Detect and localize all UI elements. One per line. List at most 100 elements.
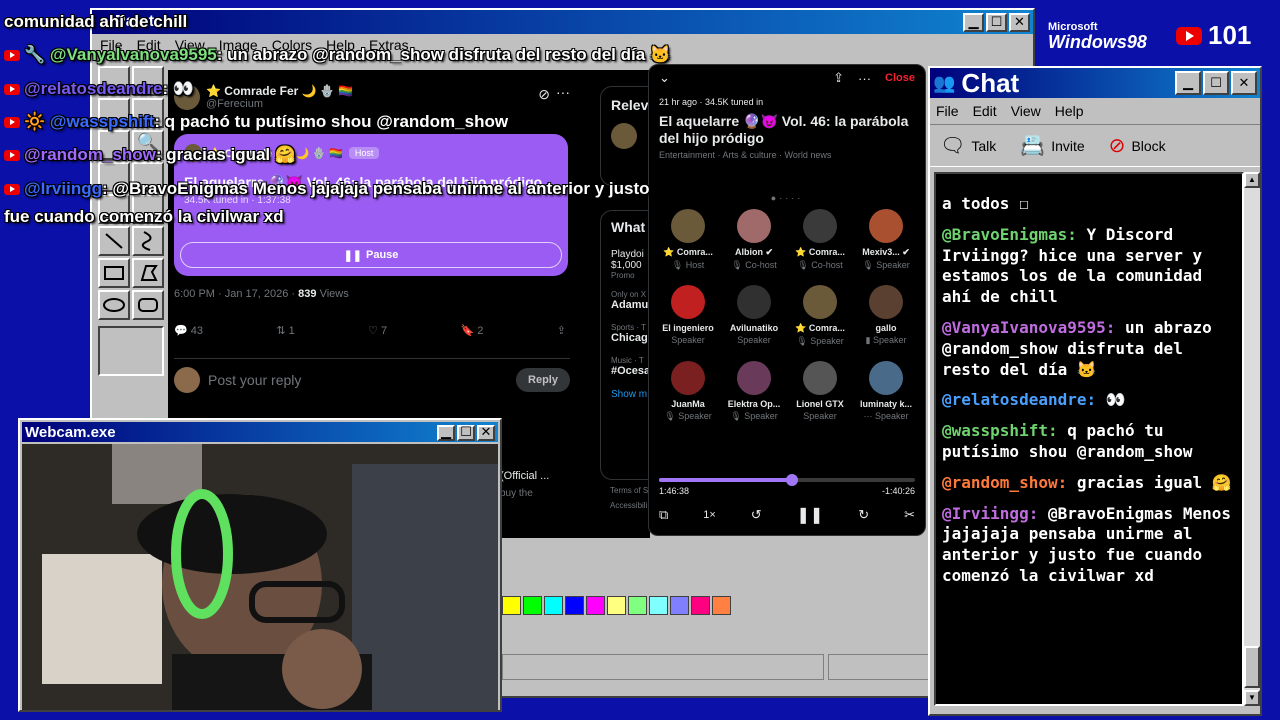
scroll-up-arrow[interactable]: ▲ — [1244, 172, 1260, 188]
share-icon[interactable]: ⇪ — [833, 70, 844, 86]
clip-icon[interactable]: ✂ — [904, 507, 915, 523]
chat-menu-file[interactable]: File — [936, 103, 959, 119]
reply-action[interactable]: 💬 43 — [174, 324, 203, 337]
line-tool-icon[interactable] — [98, 226, 130, 256]
reply-input[interactable]: Post your reply — [208, 372, 516, 388]
participant[interactable]: El ingeniero Speaker — [655, 284, 721, 351]
chat-menu-view[interactable]: View — [1011, 103, 1041, 119]
palette-swatch[interactable] — [628, 596, 647, 615]
bookmark-action[interactable]: 🔖 2 — [461, 324, 484, 337]
chat-username[interactable]: @Irviingg: — [942, 504, 1038, 523]
close-button[interactable]: ✕ — [1009, 12, 1030, 32]
curve-tool-icon[interactable] — [132, 226, 164, 256]
tool-options-box — [98, 326, 164, 376]
maximize-button[interactable]: ☐ — [986, 12, 1007, 32]
progress-track[interactable] — [659, 474, 915, 486]
maximize-button[interactable]: ☐ — [457, 424, 475, 441]
more-icon[interactable]: ··· — [858, 71, 871, 86]
maximize-button[interactable]: ☐ — [1203, 71, 1229, 95]
palette-swatch[interactable] — [712, 596, 731, 615]
palette-swatch[interactable] — [523, 596, 542, 615]
close-link[interactable]: Close — [885, 72, 915, 84]
participant[interactable]: Lionel GTX Speaker — [787, 360, 853, 427]
close-button[interactable]: ✕ — [1231, 71, 1257, 95]
retweet-action[interactable]: ⇅ 1 — [276, 324, 294, 337]
close-button[interactable]: ✕ — [477, 424, 495, 441]
view-count: 839 — [298, 288, 317, 300]
share-icon[interactable]: ⇪ — [557, 324, 566, 337]
participant-name: Albion ✔ — [734, 246, 774, 257]
ellipse-tool-icon[interactable] — [98, 290, 130, 320]
trend-item[interactable]: Music · T #Ocesa — [611, 356, 650, 377]
chat-menu-help[interactable]: Help — [1055, 103, 1084, 119]
palette-swatch[interactable] — [565, 596, 584, 615]
youtube-icon — [4, 117, 20, 129]
scroll-down-arrow[interactable]: ▼ — [1244, 690, 1260, 706]
participants-grid: ⭐ Comra... 🎙 Host Albion ✔ 🎙 Co-host ⭐ Comra… — [649, 203, 925, 427]
chat-menu-edit[interactable]: Edit — [973, 103, 997, 119]
rounded-rect-tool-icon[interactable] — [132, 290, 164, 320]
overlay-line: 🔧 @Vanyalvanova9595: un abrazo @random_s… — [4, 45, 671, 65]
block-button[interactable]: ⊘ Block — [1109, 133, 1166, 158]
palette-swatch[interactable] — [691, 596, 710, 615]
participant[interactable]: ⭐ Comra... 🎙 Host — [655, 208, 721, 275]
youtube-icon — [4, 50, 20, 62]
palette-swatch[interactable] — [586, 596, 605, 615]
talk-button[interactable]: 🗨 Talk — [940, 133, 996, 158]
palette-swatch[interactable] — [544, 596, 563, 615]
like-action[interactable]: ♡ 7 — [368, 324, 387, 337]
invite-button[interactable]: 📇 Invite — [1020, 133, 1084, 158]
participant[interactable]: Mexiv3... ✔ 🎙 Speaker — [853, 208, 919, 275]
participant[interactable]: Elektra Op... 🎙 Speaker — [721, 360, 787, 427]
chevron-down-icon[interactable]: ⌄ — [659, 70, 670, 86]
captions-icon[interactable]: ⧉ — [659, 507, 668, 523]
trend-item[interactable]: Playdoi $1,000 Promo — [611, 249, 650, 280]
show-more-link[interactable]: Show m — [611, 389, 650, 400]
chat-username[interactable]: @random_show: — [942, 473, 1067, 492]
tweet-author[interactable]: ⭐ Comrade Fer 🌙 🪬 🏳️‍🌈 — [206, 84, 353, 98]
palette-swatch[interactable] — [502, 596, 521, 615]
speed-button[interactable]: 1× — [703, 509, 716, 521]
more-icon[interactable]: ··· — [556, 84, 570, 100]
minimize-button[interactable]: ▁ — [437, 424, 455, 441]
tweet-handle[interactable]: @Ferecium — [206, 98, 353, 110]
video-preview[interactable]: (Official ... buy the — [500, 440, 568, 530]
palette-swatch[interactable] — [649, 596, 668, 615]
chat-username[interactable]: @wasspshift: — [942, 421, 1058, 440]
chat-log[interactable]: a todos ☐ @BravoEnigmas: Y Discord Irviin… — [934, 172, 1244, 706]
minimize-button[interactable]: ▁ — [1175, 71, 1201, 95]
rewind-icon[interactable]: ↺ — [751, 507, 762, 523]
pause-icon[interactable]: ❚❚ — [797, 505, 824, 525]
participant[interactable]: ⭐ Comra... 🎙 Speaker — [787, 284, 853, 351]
minimize-button[interactable]: ▁ — [963, 12, 984, 32]
rectangle-tool-icon[interactable] — [98, 258, 130, 288]
polygon-tool-icon[interactable] — [132, 258, 164, 288]
tweet-time[interactable]: 6:00 PM · Jan 17, 2026 · — [174, 288, 295, 300]
relevant-avatar[interactable] — [611, 123, 637, 149]
palette-swatch[interactable] — [607, 596, 626, 615]
participant[interactable]: gallo ▮ Speaker — [853, 284, 919, 351]
forward-icon[interactable]: ↻ — [858, 507, 869, 523]
palette-swatch[interactable] — [670, 596, 689, 615]
chat-title: Chat — [961, 67, 1020, 98]
trend-item[interactable]: Only on X Adamu — [611, 290, 650, 311]
overlay-line: fue cuando comenzó la civilwar xd — [4, 207, 284, 226]
whats-happening: What Playdoi $1,000 Promo Only on X Adamu S… — [600, 210, 650, 480]
pause-button[interactable]: ❚❚ Pause — [180, 242, 562, 268]
chat-scrollbar[interactable]: ▲ ▼ — [1244, 172, 1260, 706]
chat-username[interactable]: @BravoEnigmas: — [942, 225, 1077, 244]
grok-icon[interactable]: ⊘ — [538, 86, 550, 103]
participant-name: ⭐ Comra... — [663, 246, 713, 257]
trend-item[interactable]: Sports · T Chicag — [611, 323, 650, 344]
participant[interactable]: JuanMa 🎙 Speaker — [655, 360, 721, 427]
participant[interactable]: Albion ✔ 🎙 Co-host — [721, 208, 787, 275]
participant[interactable]: luminaty k... ··· Speaker — [853, 360, 919, 427]
participant[interactable]: Avilunatiko Speaker — [721, 284, 787, 351]
participant[interactable]: ⭐ Comra... 🎙 Co-host — [787, 208, 853, 275]
reply-button[interactable]: Reply — [516, 368, 570, 392]
progress-handle[interactable] — [786, 474, 799, 486]
participant-avatar — [803, 208, 837, 243]
chat-username[interactable]: @VanyaIvanova9595: — [942, 318, 1115, 337]
scroll-thumb[interactable] — [1244, 646, 1260, 688]
chat-username[interactable]: @relatosdeandre: — [942, 390, 1096, 409]
